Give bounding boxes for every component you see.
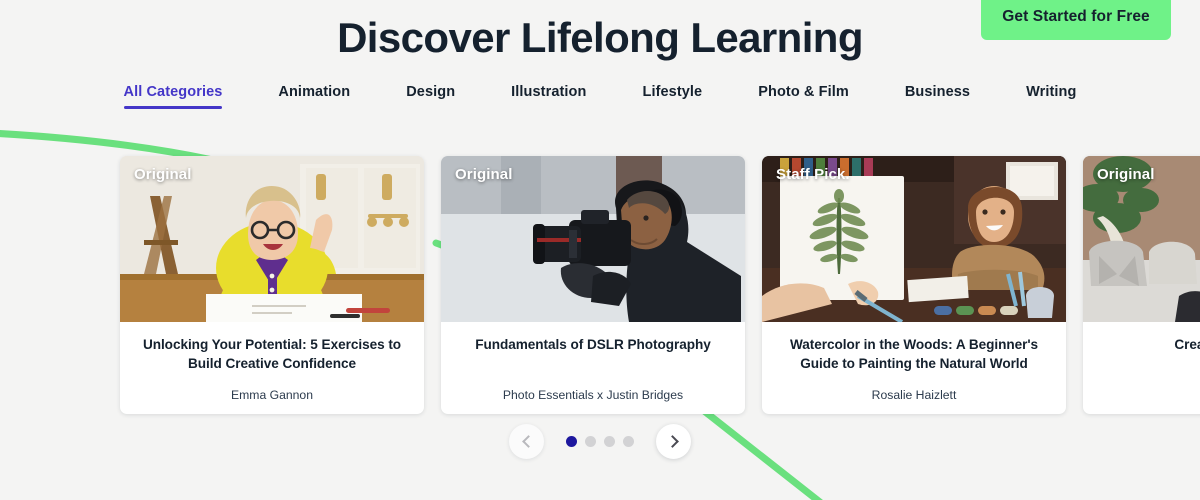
carousel-dot[interactable]	[585, 436, 596, 447]
carousel-dot[interactable]	[566, 436, 577, 447]
category-tab-animation[interactable]: Animation	[278, 84, 350, 116]
category-tab-label: Lifestyle	[642, 84, 703, 100]
category-tab-business[interactable]: Business	[905, 84, 970, 116]
course-thumbnail: Original	[120, 156, 424, 322]
course-badge: Original	[134, 166, 192, 183]
course-title: Fundamentals of DSLR Photography	[475, 337, 711, 352]
page-root: Get Started for Free Discover Lifelong L…	[0, 0, 1200, 500]
category-tab-all-categories[interactable]: All Categories	[123, 84, 223, 116]
category-tab-label: Design	[406, 84, 456, 100]
course-card-body: Watercolor in the Woods: A Beginner's Gu…	[762, 322, 1066, 414]
category-tab-label: Illustration	[511, 84, 587, 100]
course-title: Unlocking Your Potential: 5 Exercises to…	[142, 337, 402, 371]
course-card[interactable]: Original Unlocking Your Potential: 5 Exe…	[120, 156, 424, 414]
course-title: Creative Writing: C wit	[1099, 336, 1200, 374]
course-card[interactable]: Staff Pick. Watercolor in the Woods: A B…	[762, 156, 1066, 414]
course-author: Rosalie Haizlett	[871, 388, 957, 402]
carousel-pagination	[0, 424, 1200, 459]
course-card[interactable]: Original Creative Writing: C wit Ro	[1083, 156, 1200, 414]
carousel-dot[interactable]	[604, 436, 615, 447]
category-tab-label: Business	[904, 84, 971, 100]
course-carousel: Original Unlocking Your Potential: 5 Exe…	[120, 156, 1200, 414]
carousel-prev-button[interactable]	[509, 424, 544, 459]
course-badge: Staff Pick.	[776, 166, 850, 183]
course-title: Watercolor in the Woods: A Beginner's Gu…	[789, 337, 1039, 371]
category-tab-label: Writing	[1026, 84, 1077, 100]
category-tab-writing[interactable]: Writing	[1026, 84, 1076, 116]
course-author: Emma Gannon	[231, 388, 313, 402]
course-author: Photo Essentials x Justin Bridges	[502, 388, 684, 402]
course-thumbnail: Staff Pick.	[762, 156, 1066, 322]
course-thumbnail: Original	[441, 156, 745, 322]
category-tab-label: Photo & Film	[758, 84, 849, 100]
course-badge: Original	[1097, 166, 1155, 183]
category-tab-label: All Categories	[123, 84, 223, 100]
course-card-body: Fundamentals of DSLR Photography Photo E…	[441, 322, 745, 414]
course-card-body: Creative Writing: C wit Ro	[1083, 322, 1200, 414]
page-title: Discover Lifelong Learning	[337, 14, 863, 61]
course-badge: Original	[455, 166, 513, 183]
course-card[interactable]: Original Fundamentals of DSLR Photograph…	[441, 156, 745, 414]
category-tab-label: Animation	[278, 84, 351, 100]
category-nav: All Categories Animation Design Illustra…	[0, 84, 1200, 116]
category-tab-illustration[interactable]: Illustration	[511, 84, 586, 116]
chevron-right-icon	[665, 435, 679, 448]
chevron-left-icon	[521, 435, 535, 448]
course-card-body: Unlocking Your Potential: 5 Exercises to…	[120, 322, 424, 414]
category-tab-design[interactable]: Design	[406, 84, 455, 116]
carousel-next-button[interactable]	[656, 424, 691, 459]
course-thumbnail: Original	[1083, 156, 1200, 322]
carousel-dot[interactable]	[623, 436, 634, 447]
category-tab-lifestyle[interactable]: Lifestyle	[642, 84, 702, 116]
category-tab-photo-and-film[interactable]: Photo & Film	[758, 84, 849, 116]
course-author: Ro	[1083, 388, 1200, 402]
carousel-dots	[566, 436, 634, 447]
course-title-line1: Creative Writing: C	[1174, 337, 1200, 352]
